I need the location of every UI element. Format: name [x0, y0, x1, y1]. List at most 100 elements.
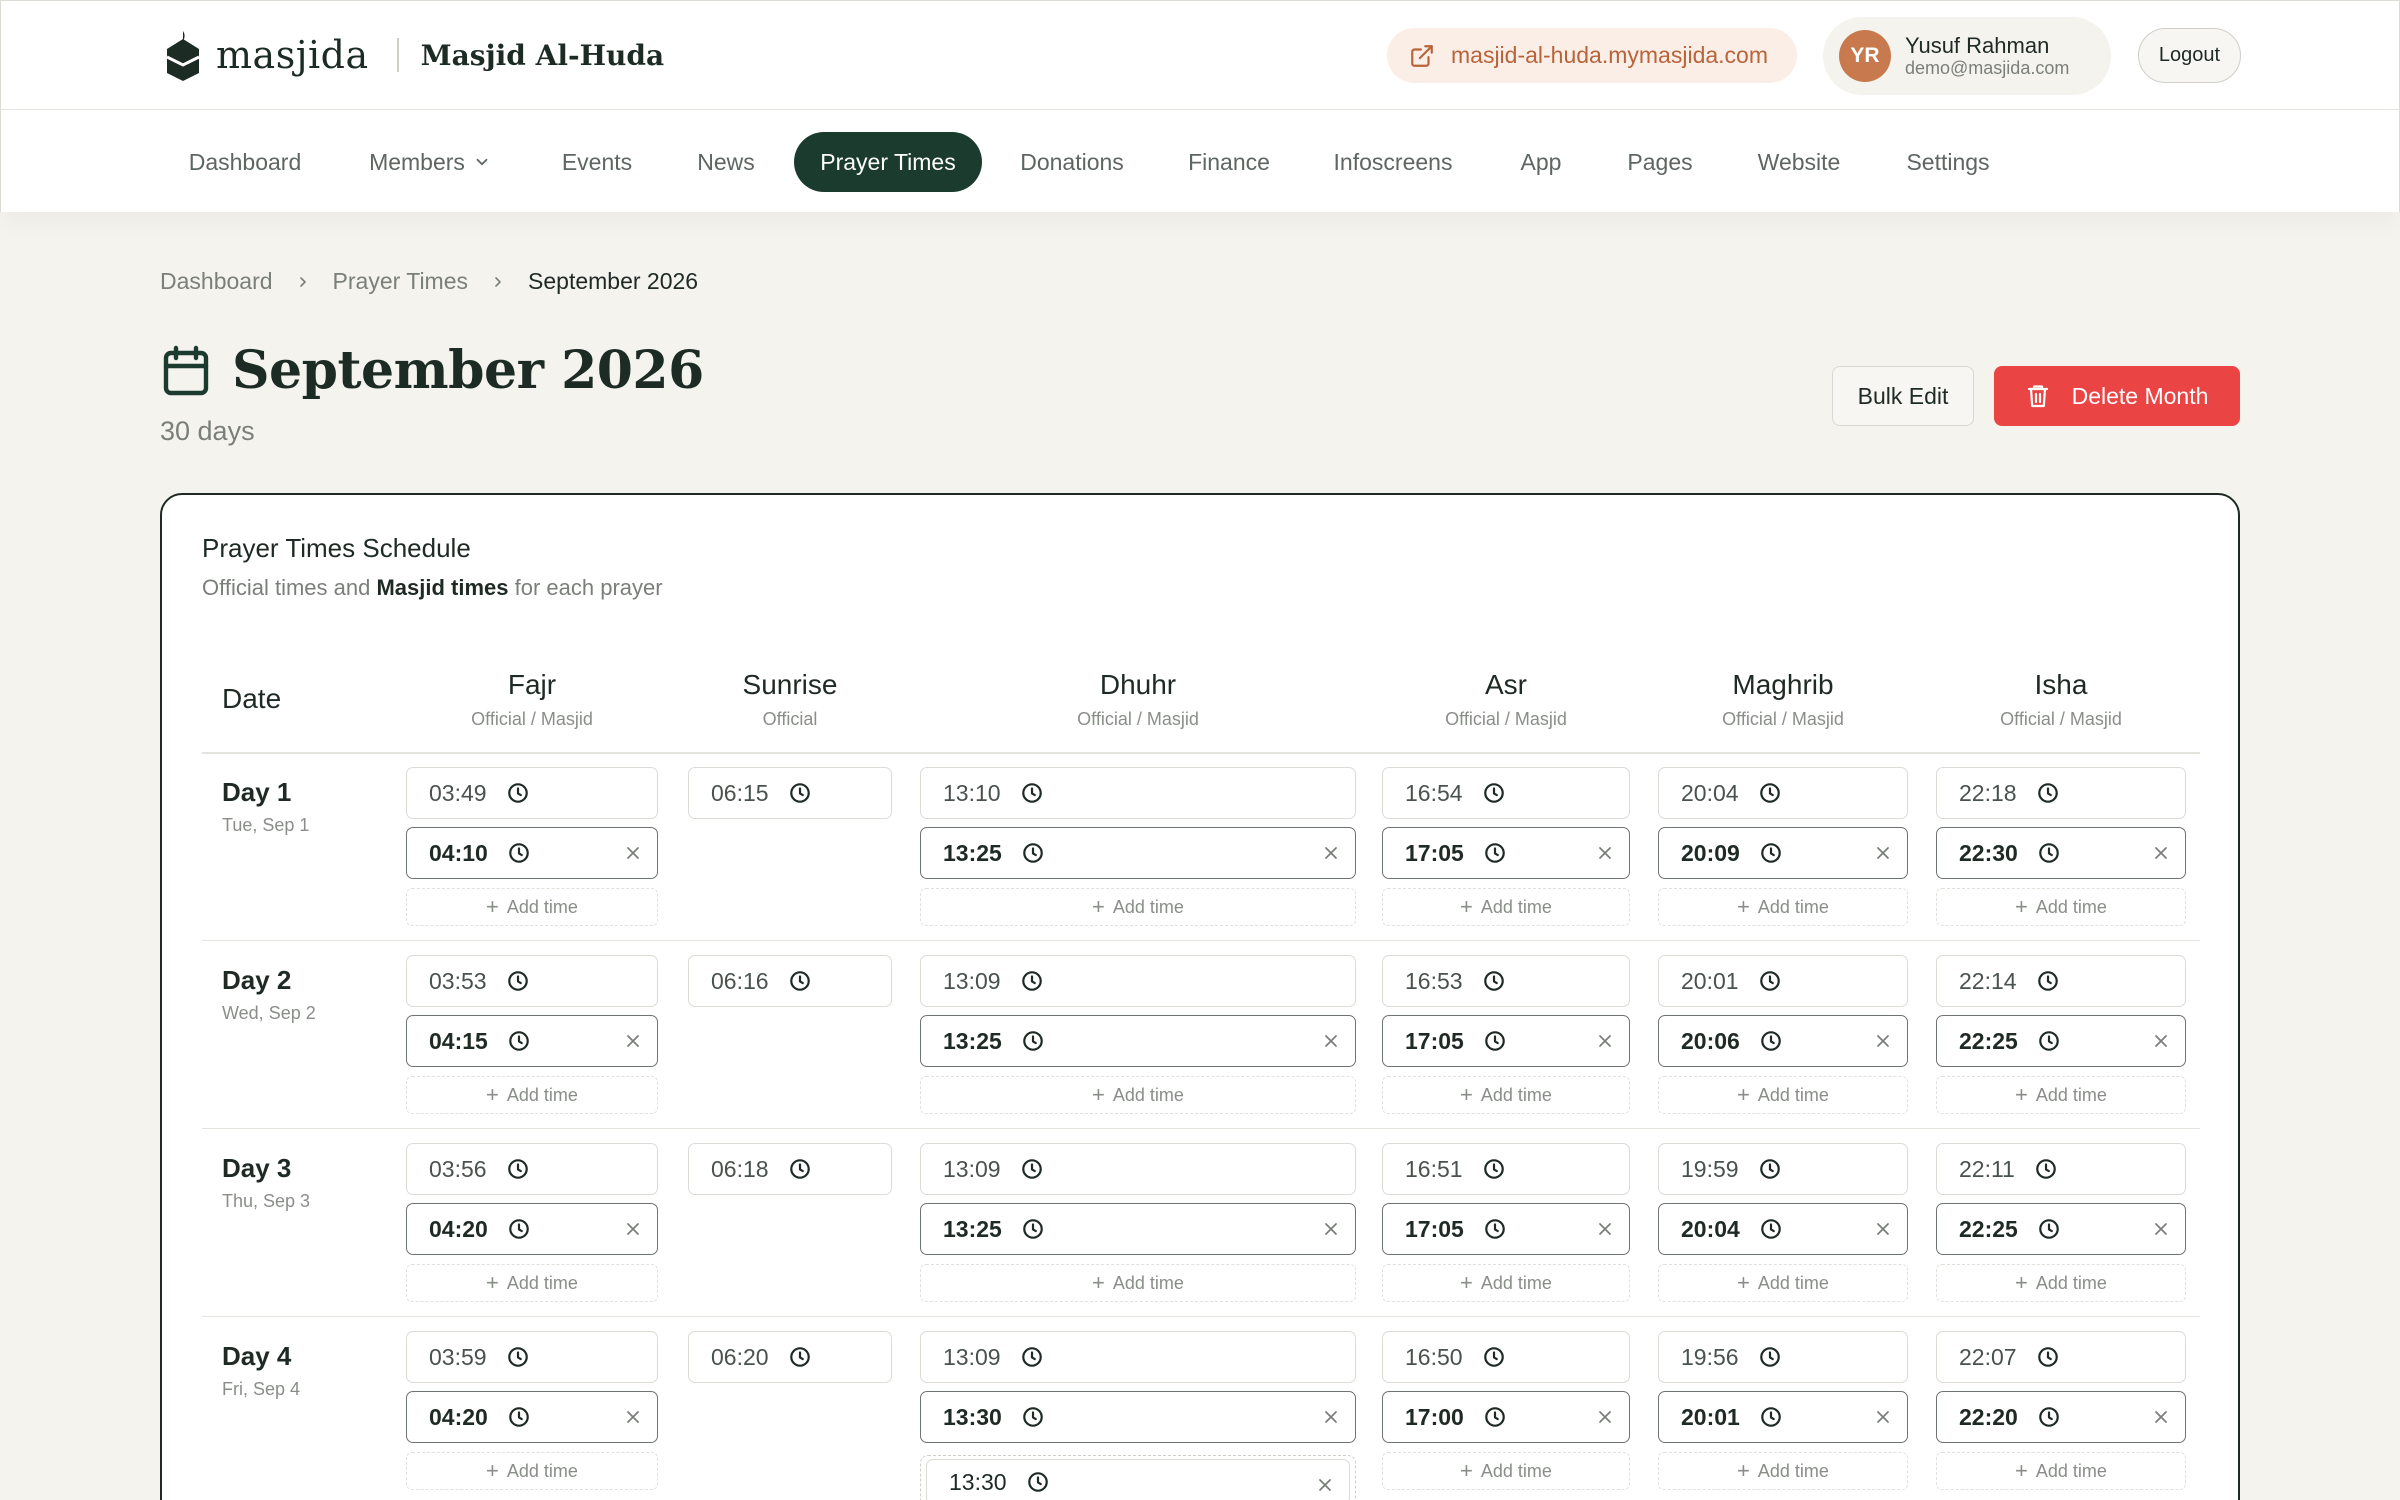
add-time-button[interactable]: + Add time — [1658, 1076, 1908, 1114]
user-menu[interactable]: YR Yusuf Rahman demo@masjida.com — [1823, 17, 2111, 95]
dhuhr-official-time[interactable]: 13:09 — [920, 1143, 1356, 1195]
fajr-masjid-time[interactable]: 04:10 — [406, 827, 658, 879]
add-time-button[interactable]: + Add time — [1658, 888, 1908, 926]
sunrise-official-time[interactable]: 06:16 — [688, 955, 892, 1007]
breadcrumb-prayer-times[interactable]: Prayer Times — [333, 268, 468, 295]
isha-masjid-time[interactable]: 22:25 — [1936, 1203, 2186, 1255]
close-icon[interactable] — [1323, 1409, 1339, 1425]
nav-item-finance[interactable]: Finance — [1171, 132, 1287, 192]
close-icon[interactable] — [1597, 1221, 1613, 1237]
add-time-button[interactable]: + Add time — [1382, 888, 1630, 926]
dhuhr-official-time[interactable]: 13:10 — [920, 767, 1356, 819]
add-time-button[interactable]: + Add time — [1936, 1452, 2186, 1490]
close-icon[interactable] — [2153, 1409, 2169, 1425]
close-icon[interactable] — [1323, 1221, 1339, 1237]
add-time-button[interactable]: + Add time — [1382, 1452, 1630, 1490]
maghrib-masjid-time[interactable]: 20:06 — [1658, 1015, 1908, 1067]
nav-item-infoscreens[interactable]: Infoscreens — [1321, 132, 1465, 192]
maghrib-masjid-time[interactable]: 20:04 — [1658, 1203, 1908, 1255]
add-time-button[interactable]: + Add time — [1936, 888, 2186, 926]
asr-official-time[interactable]: 16:53 — [1382, 955, 1630, 1007]
nav-item-members[interactable]: Members — [355, 132, 505, 192]
close-icon[interactable] — [1875, 1221, 1891, 1237]
dhuhr-official-time[interactable]: 13:09 — [920, 955, 1356, 1007]
close-icon[interactable] — [2153, 1033, 2169, 1049]
nav-item-events[interactable]: Events — [541, 132, 653, 192]
breadcrumb-dashboard[interactable]: Dashboard — [160, 268, 273, 295]
isha-official-time[interactable]: 22:18 — [1936, 767, 2186, 819]
isha-official-time[interactable]: 22:14 — [1936, 955, 2186, 1007]
maghrib-official-time[interactable]: 20:04 — [1658, 767, 1908, 819]
asr-official-time[interactable]: 16:50 — [1382, 1331, 1630, 1383]
close-icon[interactable] — [1875, 845, 1891, 861]
nav-item-pages[interactable]: Pages — [1615, 132, 1705, 192]
add-time-button[interactable]: + Add time — [1382, 1076, 1630, 1114]
close-icon[interactable] — [1875, 1033, 1891, 1049]
close-icon[interactable] — [2153, 845, 2169, 861]
add-time-button[interactable]: + Add time — [1658, 1264, 1908, 1302]
add-time-button[interactable]: + Add time — [406, 1452, 658, 1490]
isha-masjid-time[interactable]: 22:25 — [1936, 1015, 2186, 1067]
add-time-button[interactable]: + Add time — [920, 1264, 1356, 1302]
maghrib-official-time[interactable]: 19:59 — [1658, 1143, 1908, 1195]
asr-official-time[interactable]: 16:54 — [1382, 767, 1630, 819]
bulk-edit-button[interactable]: Bulk Edit — [1832, 366, 1974, 426]
public-site-link[interactable]: masjid-al-huda.mymasjida.com — [1387, 28, 1797, 83]
add-time-button[interactable]: + Add time — [1936, 1264, 2186, 1302]
dhuhr-official-time[interactable]: 13:09 — [920, 1331, 1356, 1383]
maghrib-masjid-time[interactable]: 20:09 — [1658, 827, 1908, 879]
close-icon[interactable] — [625, 1033, 641, 1049]
close-icon[interactable] — [1323, 845, 1339, 861]
isha-official-time[interactable]: 22:11 — [1936, 1143, 2186, 1195]
add-time-button[interactable]: + Add time — [406, 888, 658, 926]
close-icon[interactable] — [1317, 1477, 1333, 1493]
maghrib-official-time[interactable]: 19:56 — [1658, 1331, 1908, 1383]
sunrise-official-time[interactable]: 06:20 — [688, 1331, 892, 1383]
add-time-button[interactable]: + Add time — [920, 888, 1356, 926]
close-icon[interactable] — [2153, 1221, 2169, 1237]
fajr-masjid-time[interactable]: 04:20 — [406, 1203, 658, 1255]
fajr-official-time[interactable]: 03:49 — [406, 767, 658, 819]
logout-button[interactable]: Logout — [2138, 28, 2241, 83]
brand-logo[interactable]: masjida Masjid Al-Huda — [164, 29, 664, 81]
nav-item-prayer-times[interactable]: Prayer Times — [794, 132, 982, 192]
dhuhr-masjid-time[interactable]: 13:25 — [920, 1015, 1356, 1067]
nav-item-dashboard[interactable]: Dashboard — [165, 132, 325, 192]
maghrib-masjid-time[interactable]: 20:01 — [1658, 1391, 1908, 1443]
add-time-button[interactable]: + Add time — [1936, 1076, 2186, 1114]
asr-masjid-time[interactable]: 17:00 — [1382, 1391, 1630, 1443]
add-time-button[interactable]: + Add time — [1658, 1452, 1908, 1490]
dhuhr-masjid-time[interactable]: 13:30 — [920, 1391, 1356, 1443]
nav-item-website[interactable]: Website — [1741, 132, 1857, 192]
nav-item-app[interactable]: App — [1501, 132, 1581, 192]
close-icon[interactable] — [1597, 1409, 1613, 1425]
fajr-official-time[interactable]: 03:56 — [406, 1143, 658, 1195]
nav-item-settings[interactable]: Settings — [1891, 132, 2005, 192]
isha-masjid-time[interactable]: 22:20 — [1936, 1391, 2186, 1443]
asr-masjid-time[interactable]: 17:05 — [1382, 1015, 1630, 1067]
add-time-button[interactable]: + Add time — [406, 1264, 658, 1302]
sunrise-official-time[interactable]: 06:18 — [688, 1143, 892, 1195]
fajr-official-time[interactable]: 03:59 — [406, 1331, 658, 1383]
fajr-masjid-time[interactable]: 04:20 — [406, 1391, 658, 1443]
maghrib-official-time[interactable]: 20:01 — [1658, 955, 1908, 1007]
dhuhr-masjid-time[interactable]: 13:25 — [920, 827, 1356, 879]
close-icon[interactable] — [625, 1409, 641, 1425]
close-icon[interactable] — [1597, 845, 1613, 861]
nav-item-news[interactable]: News — [681, 132, 771, 192]
dhuhr-masjid-time[interactable]: 13:25 — [920, 1203, 1356, 1255]
close-icon[interactable] — [1875, 1409, 1891, 1425]
delete-month-button[interactable]: Delete Month — [1994, 366, 2240, 426]
close-icon[interactable] — [625, 845, 641, 861]
close-icon[interactable] — [1323, 1033, 1339, 1049]
asr-masjid-time[interactable]: 17:05 — [1382, 1203, 1630, 1255]
nav-item-donations[interactable]: Donations — [1005, 132, 1139, 192]
fajr-masjid-time[interactable]: 04:15 — [406, 1015, 658, 1067]
add-time-button[interactable]: + Add time — [406, 1076, 658, 1114]
asr-masjid-time[interactable]: 17:05 — [1382, 827, 1630, 879]
sunrise-official-time[interactable]: 06:15 — [688, 767, 892, 819]
close-icon[interactable] — [1597, 1033, 1613, 1049]
add-time-button[interactable]: + Add time — [920, 1076, 1356, 1114]
close-icon[interactable] — [625, 1221, 641, 1237]
add-time-button[interactable]: + Add time — [1382, 1264, 1630, 1302]
